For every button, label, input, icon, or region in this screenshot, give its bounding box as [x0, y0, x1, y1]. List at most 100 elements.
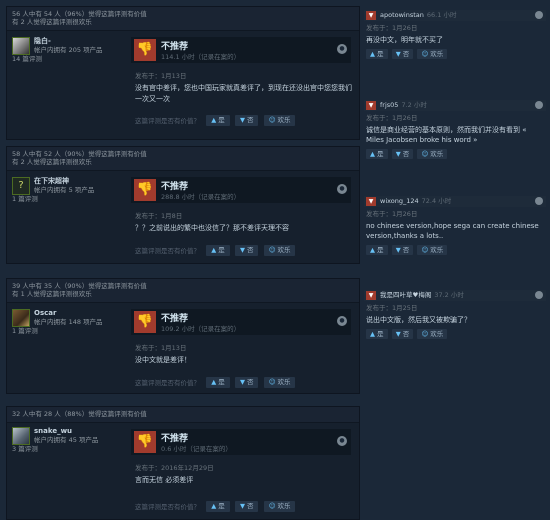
thumbs-up-icon: ▲	[211, 502, 217, 510]
short-review: ▼ apotowinstan 66.1 小时 发布于：1月26日 再没中文，明年就…	[364, 10, 546, 61]
avatar[interactable]	[12, 427, 30, 445]
short-review-text: no chinese version,hope sega can create …	[366, 222, 539, 240]
vote-no-button[interactable]: ▼ 否	[234, 377, 259, 388]
short-review-header[interactable]: ▼ apotowinstan 66.1 小时	[364, 10, 546, 21]
short-review-author[interactable]: wixong_124	[380, 197, 419, 205]
short-review-header[interactable]: ▼ wixong_124 72.4 小时	[364, 196, 546, 207]
vote-yes-button[interactable]: ▲ 是	[206, 501, 230, 512]
helpful-vote-row: 这篇评测是否有价值？ ▲ 是 ▼ 否 ☺ 欢乐	[135, 115, 298, 127]
reviewer-review-count[interactable]: 14 篇评测	[12, 55, 122, 64]
review-text: 没有官中差评，您也中国玩家就真差评了，到现在还没出官中您您我们一次又一次	[135, 84, 352, 103]
steam-icon: ●	[337, 436, 347, 446]
short-review-posted: 发布于：1月26日	[366, 24, 418, 32]
vote-yes-button[interactable]: ▲ 是	[206, 115, 230, 126]
short-review-posted: 发布于：1月25日	[366, 304, 418, 312]
vote-no-label: 否	[246, 502, 254, 510]
review-verdict-bar[interactable]: 👎 不推荐 109.2 小时（记录在案的） ●	[131, 309, 351, 335]
short-review: ▼ frjs05 7.2 小时 发布于：1月26日 诚信是商业经营的基本原则，然而…	[364, 100, 546, 161]
short-review-text: 说出中文版，然后我又被欺骗了？	[366, 316, 471, 324]
short-review-header[interactable]: ▼ 我是四叶草♥梅阁 37.2 小时	[364, 290, 546, 301]
review-verdict-bar[interactable]: 👎 不推荐 288.8 小时（记录在案的） ●	[131, 177, 351, 203]
vote-funny-button[interactable]: ☺ 欢乐	[263, 377, 296, 388]
vote-no-button[interactable]: ▼ 否	[234, 245, 259, 256]
thumbs-up-icon: ▲	[211, 378, 217, 386]
thumbs-down-icon: 👎	[134, 431, 156, 453]
review-card: 32 人中有 28 人（88%）觉得这篇评测有价值 snake_wu 帐户内拥有…	[6, 406, 360, 520]
vote-no-label: 否	[246, 378, 254, 386]
helpful-vote-row: 这篇评测是否有价值？ ▲ 是 ▼ 否 ☺ 欢乐	[135, 245, 298, 257]
vote-no-button[interactable]: ▼ 否	[234, 501, 259, 512]
review-helpful-summary: 56 人中有 54 人（96%）觉得这篇评测有价值 有 2 人觉得这篇评测很欢乐	[7, 7, 359, 31]
short-review: ▼ 我是四叶草♥梅阁 37.2 小时 发布于：1月25日 说出中文版，然后我又被欺…	[364, 290, 546, 341]
vote-yes-button[interactable]: ▲ 是	[366, 329, 388, 339]
vote-funny-label: 欢乐	[277, 502, 291, 510]
posted-date: 发布于：1月13日	[135, 344, 187, 352]
vote-funny-label: 欢乐	[277, 116, 291, 124]
thumbs-down-icon: ▼	[366, 197, 376, 206]
avatar[interactable]	[12, 309, 30, 327]
vote-yes-button[interactable]: ▲ 是	[366, 149, 388, 159]
vote-yes-label: 是	[377, 150, 384, 158]
thumbs-down-icon: ▼	[395, 50, 401, 58]
vote-no-button[interactable]: ▼ 否	[234, 115, 259, 126]
laugh-icon: ☺	[268, 502, 276, 510]
steam-icon: ●	[337, 184, 347, 194]
vote-yes-label: 是	[377, 246, 384, 254]
vote-funny-button[interactable]: ☺ 欢乐	[417, 149, 448, 159]
steam-icon	[535, 101, 543, 109]
review-verdict-bar[interactable]: 👎 不推荐 114.1 小时（记录在案的） ●	[131, 37, 351, 63]
laugh-icon: ☺	[421, 150, 429, 158]
vote-funny-label: 欢乐	[430, 150, 444, 158]
thumbs-down-icon: ▼	[239, 502, 245, 510]
thumbs-down-icon: ▼	[395, 246, 401, 254]
vote-yes-button[interactable]: ▲ 是	[366, 49, 388, 59]
vote-funny-label: 欢乐	[430, 246, 444, 254]
thumbs-up-icon: ▲	[370, 50, 375, 58]
avatar[interactable]	[12, 37, 30, 55]
vote-funny-label: 欢乐	[277, 246, 291, 254]
vote-funny-button[interactable]: ☺ 欢乐	[263, 115, 296, 126]
vote-no-label: 否	[402, 330, 410, 338]
review-card: 39 人中有 35 人（90%）觉得这篇评测有价值 有 1 人觉得这篇评测很欢乐…	[6, 278, 360, 394]
reviewer-info: snake_wu 帐户内拥有 45 项产品 3 篇评测	[12, 427, 122, 454]
vote-funny-button[interactable]: ☺ 欢乐	[263, 245, 296, 256]
vote-yes-button[interactable]: ▲ 是	[206, 245, 230, 256]
vote-yes-button[interactable]: ▲ 是	[206, 377, 230, 388]
helpful-prompt: 这篇评测是否有价值？	[135, 247, 200, 255]
vote-funny-button[interactable]: ☺ 欢乐	[263, 501, 296, 512]
vote-funny-button[interactable]: ☺ 欢乐	[417, 49, 448, 59]
avatar[interactable]: ?	[12, 177, 30, 195]
reviewer-review-count[interactable]: 3 篇评测	[12, 445, 122, 454]
review-helpful-summary: 39 人中有 35 人（90%）觉得这篇评测有价值 有 1 人觉得这篇评测很欢乐	[7, 279, 359, 303]
review-helpful-summary: 32 人中有 28 人（88%）觉得这篇评测有价值	[7, 407, 359, 423]
vote-no-button[interactable]: ▼ 否	[391, 49, 414, 59]
vote-no-label: 否	[402, 50, 410, 58]
vote-funny-button[interactable]: ☺ 欢乐	[417, 329, 448, 339]
reviewer-review-count[interactable]: 1 篇评测	[12, 327, 122, 336]
short-review-author[interactable]: frjs05	[380, 101, 398, 109]
vote-yes-button[interactable]: ▲ 是	[366, 245, 388, 255]
reviewer-review-count[interactable]: 1 篇评测	[12, 195, 122, 204]
short-review-author[interactable]: 我是四叶草♥梅阁	[380, 291, 431, 299]
short-review-author[interactable]: apotowinstan	[380, 11, 424, 19]
short-review-header[interactable]: ▼ frjs05 7.2 小时	[364, 100, 546, 111]
reviewer-info: 隐白- 帐户内拥有 205 项产品 14 篇评测	[12, 37, 122, 64]
vote-yes-label: 是	[218, 116, 225, 124]
vote-funny-button[interactable]: ☺ 欢乐	[417, 245, 448, 255]
vote-funny-label: 欢乐	[277, 378, 291, 386]
vote-no-button[interactable]: ▼ 否	[391, 149, 414, 159]
review-verdict-bar[interactable]: 👎 不推荐 0.6 小时（记录在案的） ●	[131, 429, 351, 455]
thumbs-up-icon: ▲	[211, 246, 217, 254]
vote-no-button[interactable]: ▼ 否	[391, 329, 414, 339]
short-review-text: 再没中文，明年就不买了	[366, 36, 443, 44]
steam-icon	[535, 11, 543, 19]
thumbs-down-icon: ▼	[239, 116, 245, 124]
vote-funny-label: 欢乐	[430, 50, 444, 58]
helpful-count-text: 39 人中有 35 人（90%）觉得这篇评测有价值	[12, 282, 147, 290]
short-review-posted: 发布于：1月26日	[366, 210, 418, 218]
helpful-prompt: 这篇评测是否有价值？	[135, 503, 200, 511]
steam-icon: ●	[337, 316, 347, 326]
short-review-vote-row: ▲ 是 ▼ 否 ☺ 欢乐	[364, 327, 546, 341]
vote-no-button[interactable]: ▼ 否	[391, 245, 414, 255]
short-review: ▼ wixong_124 72.4 小时 发布于：1月26日 no chinese…	[364, 196, 546, 257]
